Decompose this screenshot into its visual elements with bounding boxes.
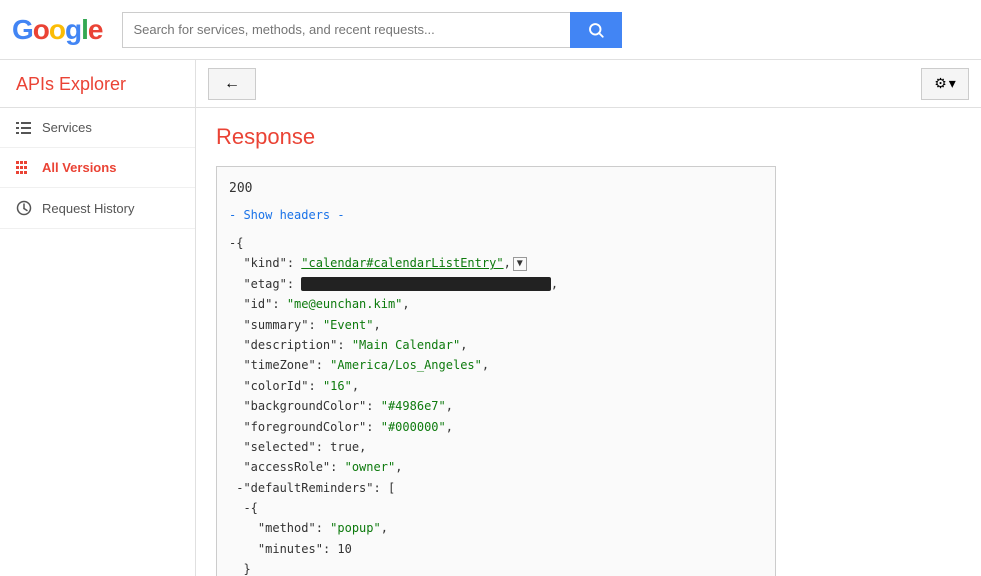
sidebar-item-services-label: Services — [42, 120, 92, 135]
response-area: Response 200 - Show headers - -{ "kind":… — [196, 108, 981, 576]
header: Google — [0, 0, 981, 60]
json-kind-row: "kind": "calendar#calendarListEntry",▼ — [229, 256, 527, 270]
json-reminders-open: -{ — [229, 501, 258, 515]
json-body: -{ "kind": "calendar#calendarListEntry",… — [229, 233, 763, 576]
json-defaultreminders-row: -"defaultReminders": [ — [229, 481, 395, 495]
json-open-brace: -{ — [229, 236, 243, 250]
chevron-down-icon: ▾ — [949, 75, 956, 92]
search-input[interactable] — [122, 12, 570, 48]
json-accessrole-row: "accessRole": "owner", — [229, 460, 402, 474]
gear-icon: ⚙ — [934, 75, 947, 92]
sidebar-item-all-versions-label: All Versions — [42, 160, 116, 175]
json-etag-row: "etag": , — [229, 277, 558, 291]
history-icon — [16, 200, 32, 216]
response-title: Response — [216, 124, 961, 150]
json-foregroundcolor-row: "foregroundColor": "#000000", — [229, 420, 453, 434]
json-method-row: "method": "popup", — [229, 521, 388, 535]
sidebar-item-all-versions[interactable]: All Versions — [0, 148, 195, 188]
json-id-row: "id": "me@eunchan.kim", — [229, 297, 410, 311]
show-headers-toggle[interactable]: - Show headers - — [229, 206, 763, 225]
search-button[interactable] — [570, 12, 622, 48]
settings-button[interactable]: ⚙ ▾ — [921, 68, 969, 100]
json-colorid-row: "colorId": "16", — [229, 379, 359, 393]
sidebar-title: APIs Explorer — [0, 60, 195, 108]
json-timezone-row: "timeZone": "America/Los_Angeles", — [229, 358, 489, 372]
grid-icon — [16, 161, 32, 175]
sidebar-item-request-history-label: Request History — [42, 201, 134, 216]
expand-kind-button[interactable]: ▼ — [513, 257, 527, 271]
status-code: 200 — [229, 179, 763, 200]
json-reminders-close: } — [229, 562, 251, 576]
sidebar: APIs Explorer Services — [0, 60, 196, 576]
list-icon — [16, 121, 32, 135]
content-area: ← ⚙ ▾ Response 200 - Show headers - -{ "… — [196, 60, 981, 576]
google-logo: Google — [12, 14, 102, 46]
toolbar: ← ⚙ ▾ — [196, 60, 981, 108]
sidebar-item-services[interactable]: Services — [0, 108, 195, 148]
json-selected-row: "selected": true, — [229, 440, 366, 454]
json-backgroundcolor-row: "backgroundColor": "#4986e7", — [229, 399, 453, 413]
json-minutes-row: "minutes": 10 — [229, 542, 352, 556]
json-description-row: "description": "Main Calendar", — [229, 338, 467, 352]
main-layout: APIs Explorer Services — [0, 60, 981, 576]
json-summary-row: "summary": "Event", — [229, 318, 381, 332]
back-button[interactable]: ← — [208, 68, 256, 100]
sidebar-item-request-history[interactable]: Request History — [0, 188, 195, 229]
response-box: 200 - Show headers - -{ "kind": "calenda… — [216, 166, 776, 576]
search-bar — [122, 12, 622, 48]
search-icon — [587, 21, 605, 39]
